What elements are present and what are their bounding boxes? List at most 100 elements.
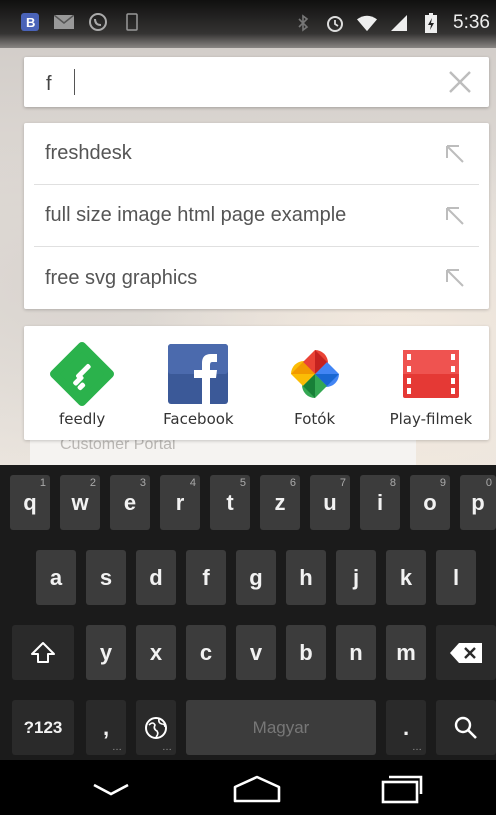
app-play-movies[interactable]: Play-filmek (373, 326, 489, 440)
key-t[interactable]: t5 (210, 475, 250, 530)
home-icon (233, 775, 281, 803)
key-label: f (202, 564, 210, 590)
key-hint: 0 (485, 477, 492, 489)
arrow-up-left-icon[interactable] (443, 266, 467, 290)
key-j[interactable]: j (336, 550, 376, 605)
text-cursor (74, 69, 75, 95)
app-facebook[interactable]: Facebook (140, 326, 256, 440)
arrow-up-left-icon[interactable] (443, 204, 467, 228)
key-label: s (99, 564, 113, 590)
key-hint: 2 (89, 477, 96, 489)
feedly-icon (50, 342, 115, 406)
home-button[interactable] (232, 772, 282, 806)
shift-key[interactable] (12, 625, 74, 680)
key-m[interactable]: m (386, 625, 426, 680)
key-h[interactable]: h (286, 550, 326, 605)
app-photos[interactable]: Fotók (257, 326, 373, 440)
suggestion-item[interactable]: free svg graphics (34, 247, 479, 309)
key-o[interactable]: o9 (410, 475, 450, 530)
key-d[interactable]: d (136, 550, 176, 605)
key-label: r (175, 489, 185, 515)
shift-icon (31, 641, 55, 663)
phone-outline-icon (122, 12, 142, 32)
key-hint: 5 (239, 477, 246, 489)
soft-keyboard: q1 w2 e3 r4 t5 z6 u7 i8 o9 p0 a s d f g … (0, 465, 496, 760)
suggestion-list: freshdesk full size image html page exam… (24, 123, 489, 309)
app-label: Play-filmek (389, 410, 473, 428)
language-key[interactable]: … (136, 700, 176, 755)
key-label: . (402, 714, 410, 740)
app-feedly[interactable]: feedly (24, 326, 140, 440)
key-hint: 3 (139, 477, 146, 489)
key-n[interactable]: n (336, 625, 376, 680)
key-hint: 1 (39, 477, 46, 489)
hide-keyboard-button[interactable] (86, 772, 136, 806)
symbols-key[interactable]: ?123 (12, 700, 74, 755)
key-v[interactable]: v (236, 625, 276, 680)
arrow-up-left-icon[interactable] (443, 142, 467, 166)
key-label: p (471, 489, 485, 515)
close-icon[interactable] (447, 69, 473, 95)
key-y[interactable]: y (86, 625, 126, 680)
key-label: h (299, 564, 313, 590)
key-hint: 4 (189, 477, 196, 489)
navigation-bar (0, 760, 496, 815)
key-w[interactable]: w2 (60, 475, 100, 530)
space-key[interactable]: Magyar (186, 700, 376, 755)
recents-button[interactable] (376, 772, 426, 806)
period-key[interactable]: .… (386, 700, 426, 755)
key-label: d (149, 564, 163, 590)
app-label: feedly (58, 410, 106, 428)
suggestion-text: free svg graphics (45, 266, 198, 289)
key-label: i (376, 489, 384, 515)
key-p[interactable]: p0 (460, 475, 496, 530)
key-b[interactable]: b (286, 625, 326, 680)
key-c[interactable]: c (186, 625, 226, 680)
comma-key[interactable]: ,… (86, 700, 126, 755)
key-g[interactable]: g (236, 550, 276, 605)
key-hint: 8 (389, 477, 396, 489)
key-label: x (149, 639, 163, 665)
search-key[interactable] (436, 700, 496, 755)
backspace-key[interactable] (436, 625, 496, 680)
search-box[interactable] (24, 57, 489, 107)
mail-icon (54, 12, 74, 32)
key-f[interactable]: f (186, 550, 226, 605)
key-u[interactable]: u7 (310, 475, 350, 530)
key-l[interactable]: l (436, 550, 476, 605)
key-e[interactable]: e3 (110, 475, 150, 530)
play-movies-icon (402, 350, 459, 398)
suggestion-item[interactable]: full size image html page example (34, 185, 479, 247)
key-q[interactable]: q1 (10, 475, 50, 530)
key-s[interactable]: s (86, 550, 126, 605)
whatsapp-icon (88, 12, 108, 32)
app-results: feedly Facebook Fotók Play-filmek (24, 326, 489, 440)
clock: 5:36 (453, 12, 490, 33)
key-label: g (249, 564, 263, 590)
key-r[interactable]: r4 (160, 475, 200, 530)
key-label: w (71, 489, 89, 515)
more-dots: … (412, 742, 422, 753)
key-label: j (352, 564, 360, 590)
key-label: v (249, 639, 263, 665)
signal-icon (389, 13, 409, 33)
key-k[interactable]: k (386, 550, 426, 605)
suggestion-text: freshdesk (45, 142, 132, 164)
more-dots: … (112, 742, 122, 753)
key-label: b (299, 639, 313, 665)
key-i[interactable]: i8 (360, 475, 400, 530)
key-a[interactable]: a (36, 550, 76, 605)
key-label: , (102, 714, 110, 740)
chevron-down-icon (93, 783, 129, 796)
svg-text:B: B (26, 15, 35, 30)
key-label: c (199, 639, 213, 665)
app-label: Facebook (163, 410, 234, 428)
battery-charging-icon (421, 13, 441, 33)
key-label: Magyar (252, 717, 310, 737)
bluetooth-icon (293, 13, 313, 33)
suggestion-item[interactable]: freshdesk (34, 123, 479, 185)
key-x[interactable]: x (136, 625, 176, 680)
key-label: q (23, 489, 37, 515)
search-input[interactable] (46, 71, 426, 97)
key-z[interactable]: z6 (260, 475, 300, 530)
